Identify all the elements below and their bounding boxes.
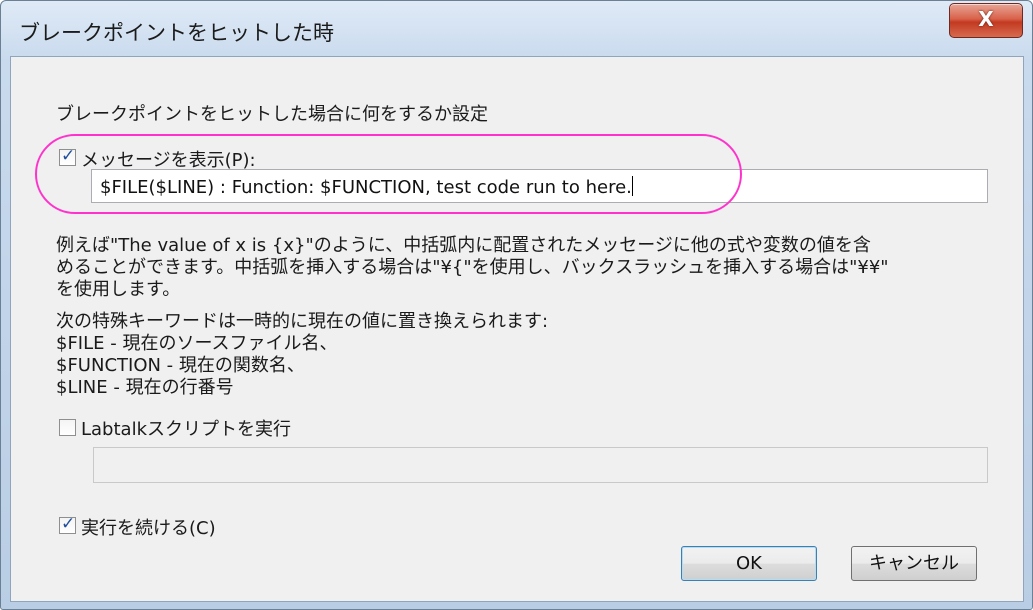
checkmark-icon: ✓ [61, 514, 76, 534]
annotation-highlight [35, 134, 742, 214]
ok-button[interactable]: OK [681, 546, 817, 581]
close-icon: X [978, 7, 994, 31]
description-line-2: めることができます。中括弧を挿入する場合は"¥{"を使用し、バックスラッシュを挿… [56, 257, 889, 278]
window-title: ブレークポイントをヒットした時 [19, 21, 334, 45]
continue-execution-label[interactable]: 実行を続ける(C) [81, 514, 216, 540]
dialog-body: ブレークポイントをヒットした場合に何をするか設定 ✓ メッセージを表示(P): … [10, 56, 1024, 602]
cancel-button[interactable]: キャンセル [851, 546, 977, 581]
close-button[interactable]: X [949, 3, 1023, 38]
run-script-checkbox[interactable] [59, 419, 76, 436]
keyword-line: $LINE - 現在の行番号 [56, 377, 234, 398]
dialog-window: ブレークポイントをヒットした時 X ブレークポイントをヒットした場合に何をするか… [0, 0, 1033, 610]
description-line-3: を使用します。 [56, 279, 181, 300]
continue-execution-checkbox[interactable]: ✓ [59, 514, 76, 534]
title-bar[interactable]: ブレークポイントをヒットした時 X [1, 1, 1032, 56]
script-input[interactable] [93, 447, 988, 483]
run-script-label[interactable]: Labtalkスクリプトを実行 [81, 415, 291, 441]
section-heading: ブレークポイントをヒットした場合に何をするか設定 [56, 104, 488, 125]
